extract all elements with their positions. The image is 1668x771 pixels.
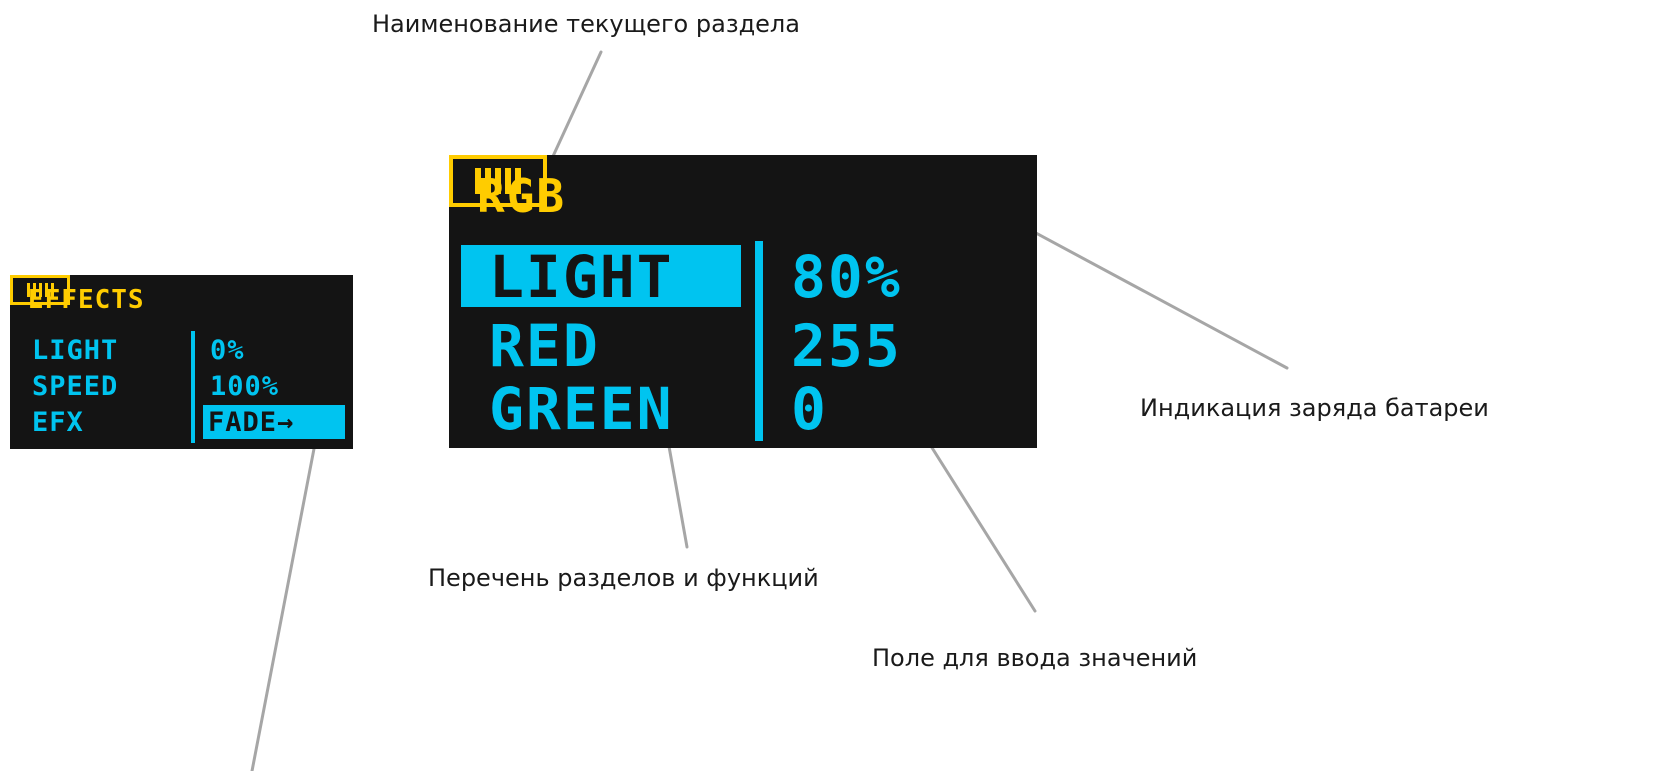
menu-item-red[interactable]: RED — [489, 317, 600, 375]
caption-battery: Индикация заряда батареи — [1140, 394, 1489, 422]
effects-screen: EFFECTS LIGHT SPEED EFX 0% 100% FADE→ — [10, 275, 353, 449]
column-divider — [191, 331, 195, 443]
screen-title: EFFECTS — [28, 285, 145, 315]
menu-item-light[interactable]: LIGHT — [32, 337, 118, 364]
caption-section-name: Наименование текущего раздела — [372, 10, 800, 38]
caption-menu-list: Перечень разделов и функций — [428, 564, 819, 592]
column-divider — [755, 241, 763, 441]
value-red[interactable]: 255 — [791, 317, 902, 375]
menu-item-green[interactable]: GREEN — [489, 380, 674, 438]
value-light[interactable]: 0% — [210, 337, 245, 364]
leader-line-arrow-value — [250, 426, 320, 771]
value-green[interactable]: 0 — [791, 380, 828, 438]
screen-title: RGB — [477, 169, 567, 223]
main-screen: RGB LIGHT RED GREEN 80% 255 0 — [449, 155, 1037, 448]
value-light[interactable]: 80% — [791, 248, 902, 306]
leader-line-battery — [1006, 216, 1289, 370]
value-efx[interactable]: FADE→ — [208, 409, 294, 436]
menu-item-speed[interactable]: SPEED — [32, 373, 118, 400]
menu-item-light[interactable]: LIGHT — [489, 248, 674, 306]
caption-value-field: Поле для ввода значений — [872, 644, 1198, 672]
value-speed[interactable]: 100% — [210, 373, 279, 400]
menu-item-efx[interactable]: EFX — [32, 409, 84, 436]
